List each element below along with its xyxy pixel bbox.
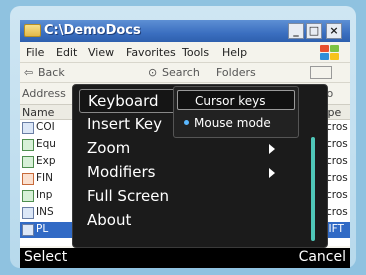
window-titlebar: C:\DemoDocs _ □ × <box>20 20 350 42</box>
menu-item-modifiers[interactable]: Modifiers <box>79 161 285 185</box>
radio-bullet-icon <box>184 120 189 125</box>
views-icon[interactable] <box>310 66 332 79</box>
menu-item-label: Modifiers <box>87 163 156 181</box>
search-icon: ⊙ <box>148 66 158 79</box>
maximize-button[interactable]: □ <box>306 23 322 39</box>
file-name: FIN <box>36 172 53 184</box>
menu-item-label: About <box>87 211 132 229</box>
folder-icon <box>24 24 41 37</box>
cancel-softkey[interactable]: Cancel <box>299 249 346 265</box>
popup-scrollbar[interactable] <box>311 137 315 241</box>
menu-item-label: Zoom <box>87 139 131 157</box>
menu-item-label: Full Screen <box>87 187 169 205</box>
menu-item-full-screen[interactable]: Full Screen <box>79 185 285 209</box>
file-name: Equ <box>36 138 56 150</box>
word-doc-icon <box>22 207 34 219</box>
excel-doc-icon <box>22 139 34 151</box>
file-name: Exp <box>36 155 56 167</box>
submenu-arrow-icon <box>269 144 275 154</box>
submenu-item-label: Cursor keys <box>195 94 266 108</box>
menu-item-label: Keyboard <box>88 92 159 110</box>
file-name: INS <box>36 206 54 218</box>
col-name-header[interactable]: Name <box>22 106 54 119</box>
menu-item-zoom[interactable]: Zoom <box>79 137 285 161</box>
menu-help[interactable]: Help <box>222 46 247 59</box>
menu-view[interactable]: View <box>88 46 114 59</box>
excel-doc-icon <box>22 190 34 202</box>
softkey-bar: Select Cancel <box>20 248 350 268</box>
submenu-item-mouse-mode[interactable]: Mouse mode <box>177 113 295 133</box>
close-button[interactable]: × <box>326 23 342 39</box>
toolbar: ⇦ Back ⊙ Search Folders <box>20 62 350 82</box>
window-title: C:\DemoDocs <box>44 23 141 38</box>
address-label: Address <box>22 87 66 100</box>
select-softkey[interactable]: Select <box>24 249 67 265</box>
windows-logo-icon <box>318 44 340 62</box>
file-icon <box>22 224 34 236</box>
menu-file[interactable]: File <box>26 46 44 59</box>
excel-doc-icon <box>22 156 34 168</box>
folders-button[interactable]: Folders <box>216 66 256 79</box>
menu-item-keyboard[interactable]: Keyboard <box>79 89 181 113</box>
menu-favorites[interactable]: Favorites <box>126 46 176 59</box>
submenu-item-cursor-keys[interactable]: Cursor keys <box>177 90 295 110</box>
menu-edit[interactable]: Edit <box>56 46 77 59</box>
keyboard-submenu: Cursor keys Mouse mode <box>173 86 299 138</box>
menu-item-about[interactable]: About <box>79 209 285 233</box>
ppt-doc-icon <box>22 173 34 185</box>
back-button[interactable]: Back <box>38 66 65 79</box>
word-doc-icon <box>22 122 34 134</box>
minimize-button[interactable]: _ <box>288 23 304 39</box>
file-name: Inp <box>36 189 53 201</box>
submenu-item-label: Mouse mode <box>194 116 271 130</box>
menu-item-label: Insert Key <box>87 115 162 133</box>
file-name: COI <box>36 121 55 133</box>
menu-bar: File Edit View Favorites Tools Help <box>20 42 350 62</box>
menu-tools[interactable]: Tools <box>182 46 209 59</box>
screen: C:\DemoDocs _ □ × File Edit View Favorit… <box>20 20 350 268</box>
search-button[interactable]: Search <box>162 66 200 79</box>
file-name: PL <box>36 223 49 235</box>
submenu-arrow-icon <box>269 168 275 178</box>
back-arrow-icon: ⇦ <box>24 66 34 79</box>
